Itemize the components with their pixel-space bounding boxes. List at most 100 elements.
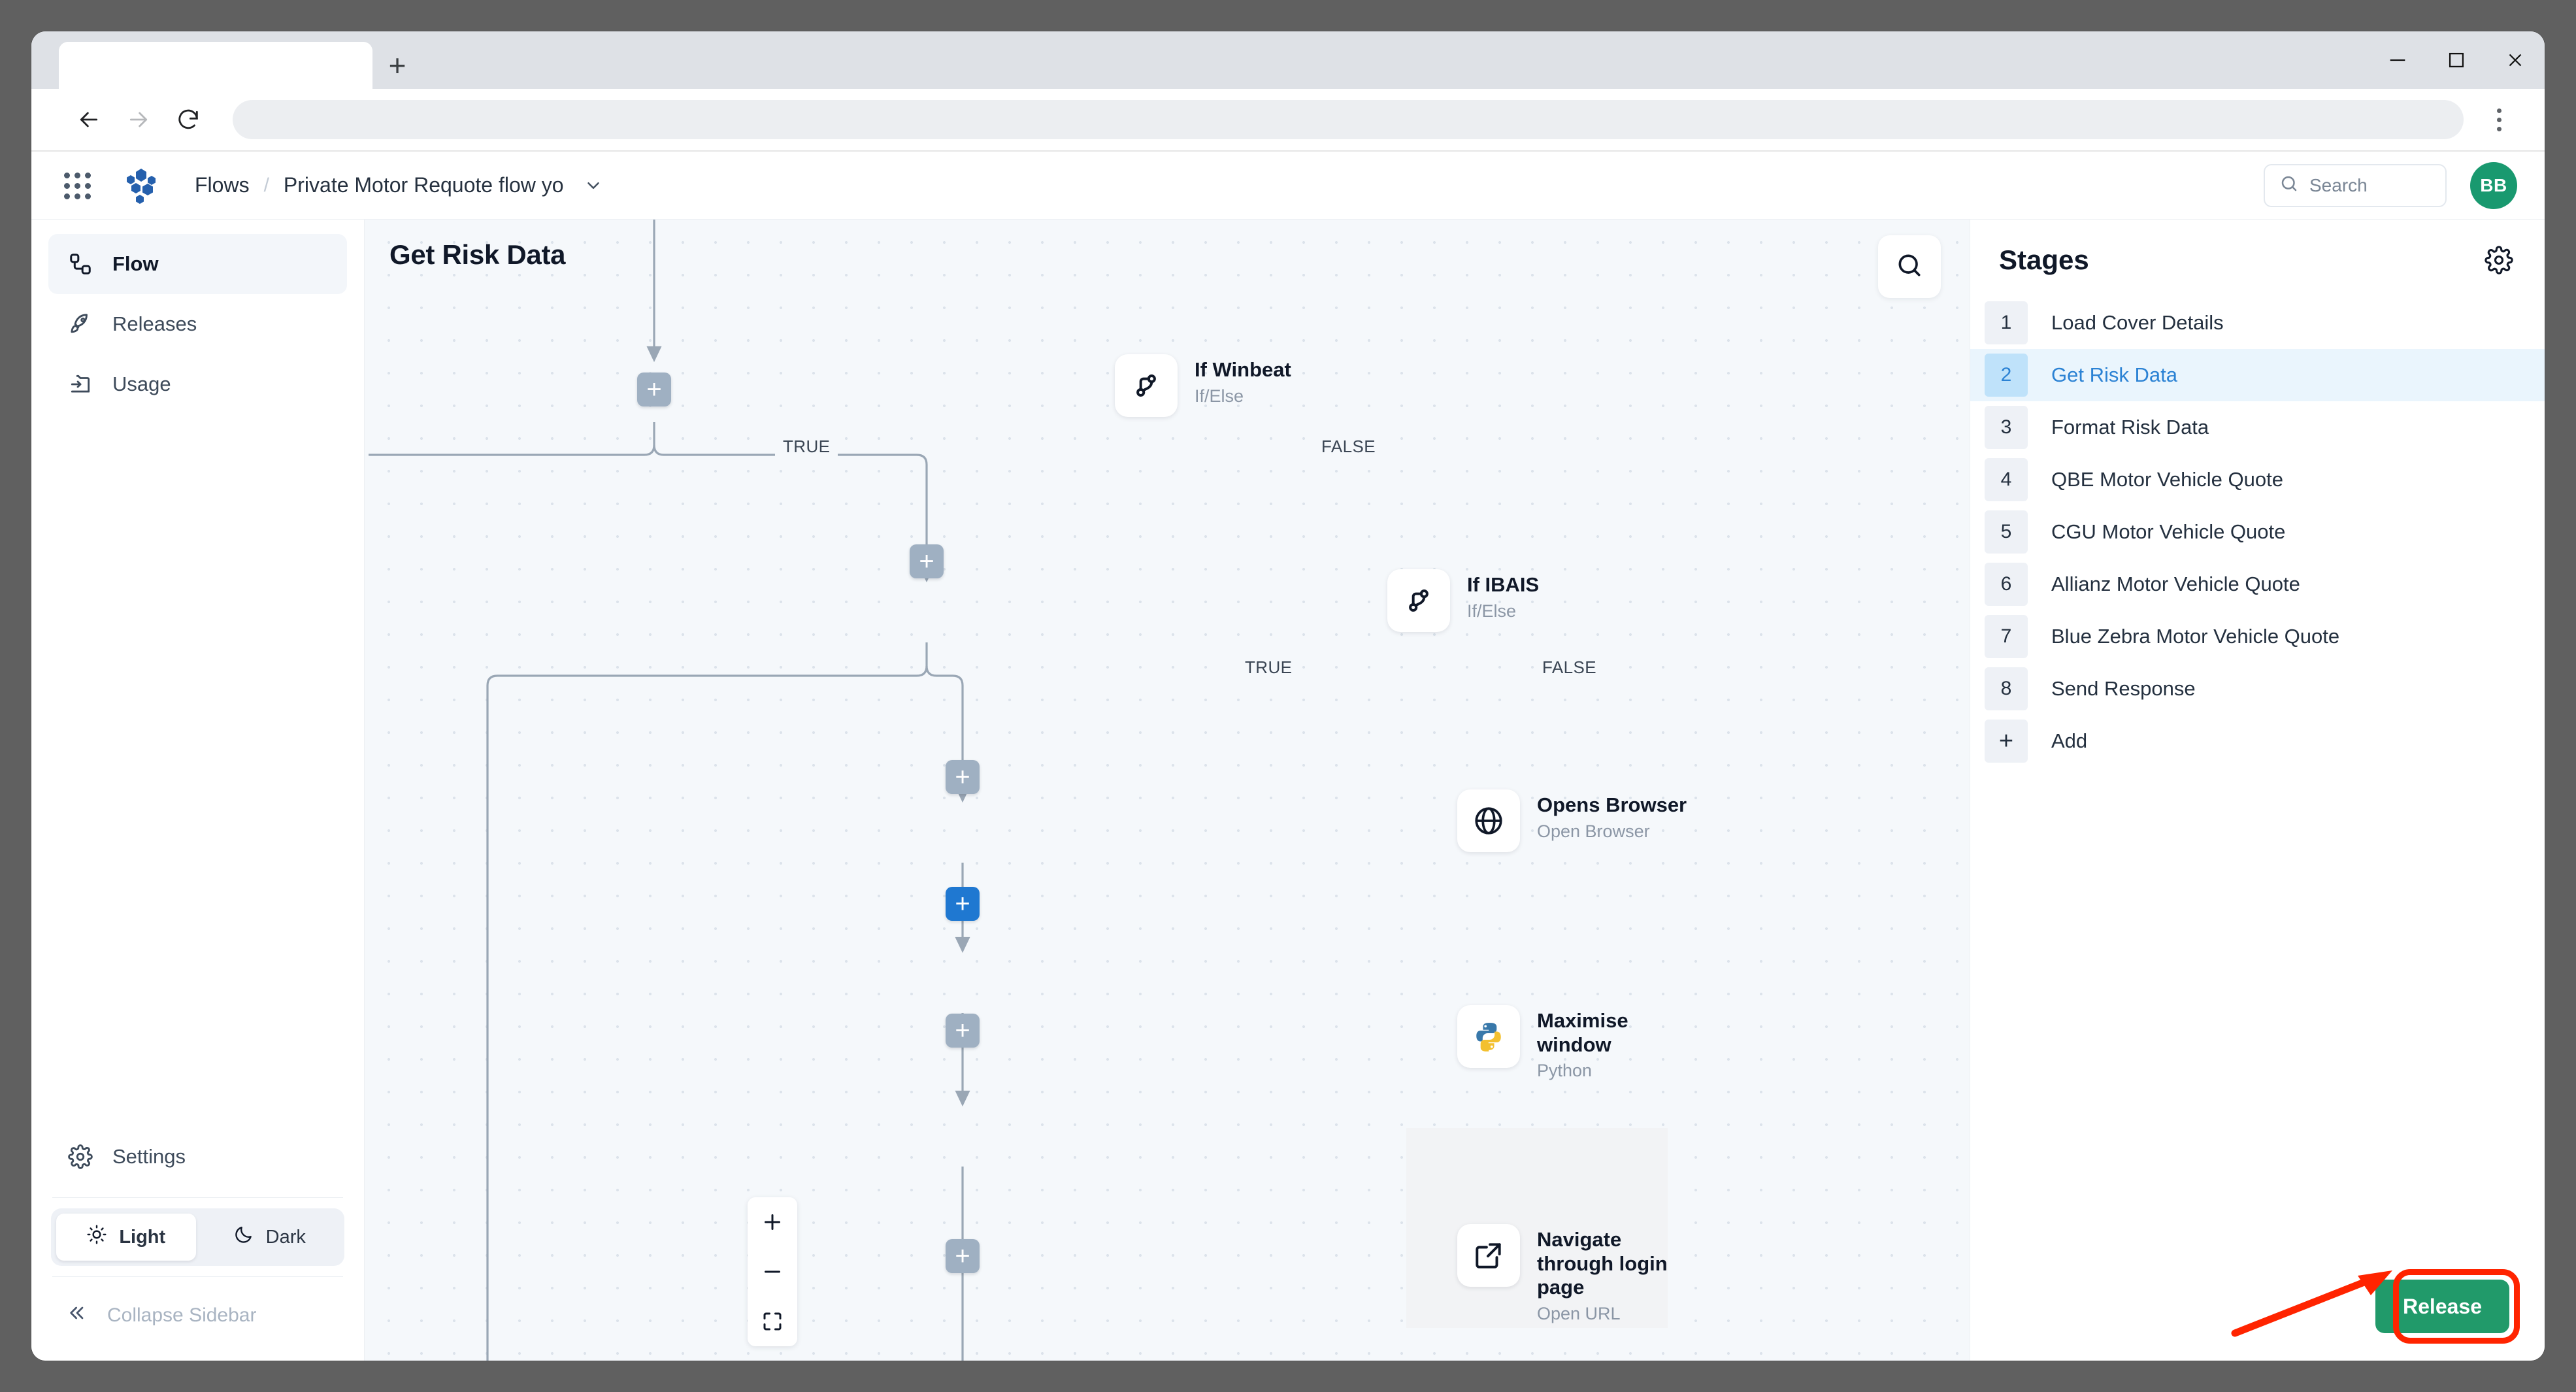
zoom-out-button[interactable] [748, 1247, 797, 1297]
stage-row-3[interactable]: 3 Format Risk Data [1970, 401, 2545, 454]
gear-icon[interactable] [2482, 243, 2516, 277]
back-arrow-icon[interactable] [64, 95, 114, 144]
chevron-down-icon[interactable] [584, 176, 603, 195]
flow-node-navigate-login[interactable]: Navigate through login page Open URL [1457, 1224, 1700, 1324]
add-node-button-active[interactable]: + [946, 887, 980, 921]
release-button[interactable]: Release [2375, 1280, 2509, 1333]
minimize-button[interactable] [2368, 31, 2427, 89]
sidebar-item-label: Settings [112, 1145, 186, 1168]
stage-number: 8 [1985, 667, 2028, 710]
grid-apps-icon[interactable] [59, 167, 95, 204]
breadcrumb-current-flow[interactable]: Private Motor Requote flow yo [284, 173, 564, 197]
search-input[interactable]: Search [2264, 164, 2447, 207]
reload-icon[interactable] [163, 95, 213, 144]
flow-node-text: Maximise window Python [1537, 1005, 1700, 1081]
flow-node-text: Opens Browser Open Browser [1537, 789, 1687, 842]
window-controls [2368, 31, 2545, 89]
theme-toggle: Light Dark [51, 1208, 344, 1266]
flow-node-title: If Winbeat [1195, 358, 1291, 382]
stage-label: QBE Motor Vehicle Quote [2051, 468, 2283, 491]
stage-add-button[interactable]: + Add [1970, 715, 2545, 767]
url-bar[interactable] [233, 100, 2464, 139]
add-node-button[interactable]: + [946, 1014, 980, 1048]
hexagon-cluster-logo [118, 163, 163, 208]
flow-node-subtitle: If/Else [1467, 601, 1539, 621]
stage-add-label: Add [2051, 729, 2087, 753]
stage-row-4[interactable]: 4 QBE Motor Vehicle Quote [1970, 454, 2545, 506]
divider [52, 1197, 343, 1198]
add-node-button[interactable]: + [910, 544, 944, 578]
stage-number: 2 [1985, 354, 2028, 397]
stage-row-5[interactable]: 5 CGU Motor Vehicle Quote [1970, 506, 2545, 558]
browser-tabstrip: + [31, 31, 2545, 89]
search-placeholder: Search [2309, 175, 2368, 196]
stage-row-7[interactable]: 7 Blue Zebra Motor Vehicle Quote [1970, 610, 2545, 663]
sidebar-item-label: Flow [112, 252, 159, 276]
theme-dark-option[interactable]: Dark [200, 1214, 340, 1261]
stage-label: Allianz Motor Vehicle Quote [2051, 572, 2300, 596]
browser-window: + [31, 31, 2545, 1361]
branch-icon [1387, 569, 1450, 632]
add-node-button[interactable]: + [946, 1239, 980, 1273]
sidebar-item-releases[interactable]: Releases [48, 294, 347, 354]
stage-row-8[interactable]: 8 Send Response [1970, 663, 2545, 715]
edge-label-false: FALSE [1313, 437, 1383, 457]
stage-label: Get Risk Data [2051, 363, 2177, 387]
page-title: Get Risk Data [389, 239, 565, 271]
app-body: Flow Releases Usage [31, 220, 2545, 1361]
add-node-button[interactable]: + [946, 760, 980, 794]
stage-number: 5 [1985, 510, 2028, 554]
header-right-cluster: Search BB [2264, 162, 2517, 209]
stage-row-1[interactable]: 1 Load Cover Details [1970, 297, 2545, 349]
collapse-sidebar-label: Collapse Sidebar [107, 1304, 256, 1327]
collapse-sidebar-button[interactable]: Collapse Sidebar [48, 1287, 347, 1344]
sidebar-item-flow[interactable]: Flow [48, 234, 347, 294]
sidebar-item-settings[interactable]: Settings [48, 1127, 347, 1187]
kebab-menu-icon[interactable] [2479, 97, 2518, 142]
browser-navbar [31, 89, 2545, 152]
flow-canvas[interactable]: Get Risk Data + + + + + + TRUE FALSE TRU… [365, 220, 1970, 1361]
theme-light-label: Light [119, 1227, 165, 1248]
new-tab-button[interactable]: + [372, 42, 422, 89]
stages-panel: Stages 1 Load Cover Details 2 Get Risk D… [1970, 220, 2545, 1361]
maximize-button[interactable] [2427, 31, 2486, 89]
add-node-button[interactable]: + [637, 373, 671, 406]
forward-arrow-icon [114, 95, 163, 144]
python-icon [1457, 1005, 1520, 1068]
divider [52, 1276, 343, 1277]
external-link-icon [1457, 1224, 1520, 1287]
stage-row-6[interactable]: 6 Allianz Motor Vehicle Quote [1970, 558, 2545, 610]
fit-to-screen-icon[interactable] [748, 1297, 797, 1346]
flow-node-maximise-window[interactable]: Maximise window Python [1457, 1005, 1700, 1081]
stage-row-2[interactable]: 2 Get Risk Data [1970, 349, 2545, 401]
flow-node-if-winbeat[interactable]: If Winbeat If/Else [1115, 354, 1291, 417]
stage-number: 3 [1985, 406, 2028, 449]
zoom-in-button[interactable] [748, 1197, 797, 1247]
sidebar-item-usage[interactable]: Usage [48, 354, 347, 414]
breadcrumb: Flows / Private Motor Requote flow yo [195, 173, 603, 197]
sidebar-item-label: Releases [112, 312, 197, 336]
stage-number: 7 [1985, 615, 2028, 658]
flow-node-opens-browser[interactable]: Opens Browser Open Browser [1457, 789, 1687, 852]
double-chevron-left-icon [67, 1302, 88, 1329]
flow-node-title: Navigate through login page [1537, 1228, 1700, 1300]
stage-label: Load Cover Details [2051, 311, 2224, 335]
globe-icon [1457, 789, 1520, 852]
stage-label: Send Response [2051, 677, 2196, 701]
flow-node-if-ibais[interactable]: If IBAIS If/Else [1387, 569, 1539, 632]
flow-node-title: Opens Browser [1537, 793, 1687, 818]
browser-tab[interactable] [59, 42, 372, 89]
flow-node-title: Maximise window [1537, 1009, 1700, 1057]
stage-label: CGU Motor Vehicle Quote [2051, 520, 2285, 544]
flow-nodes-icon [67, 250, 94, 278]
theme-dark-label: Dark [266, 1227, 306, 1248]
edge-label-true: TRUE [1237, 657, 1300, 678]
flow-node-text: Navigate through login page Open URL [1537, 1224, 1700, 1324]
breadcrumb-flows-link[interactable]: Flows [195, 173, 250, 197]
canvas-search-button[interactable] [1878, 235, 1941, 298]
avatar[interactable]: BB [2470, 162, 2517, 209]
theme-light-option[interactable]: Light [56, 1214, 196, 1261]
stage-label: Format Risk Data [2051, 416, 2209, 439]
close-button[interactable] [2486, 31, 2545, 89]
sidebar-bottom: Settings Light [48, 1127, 347, 1361]
